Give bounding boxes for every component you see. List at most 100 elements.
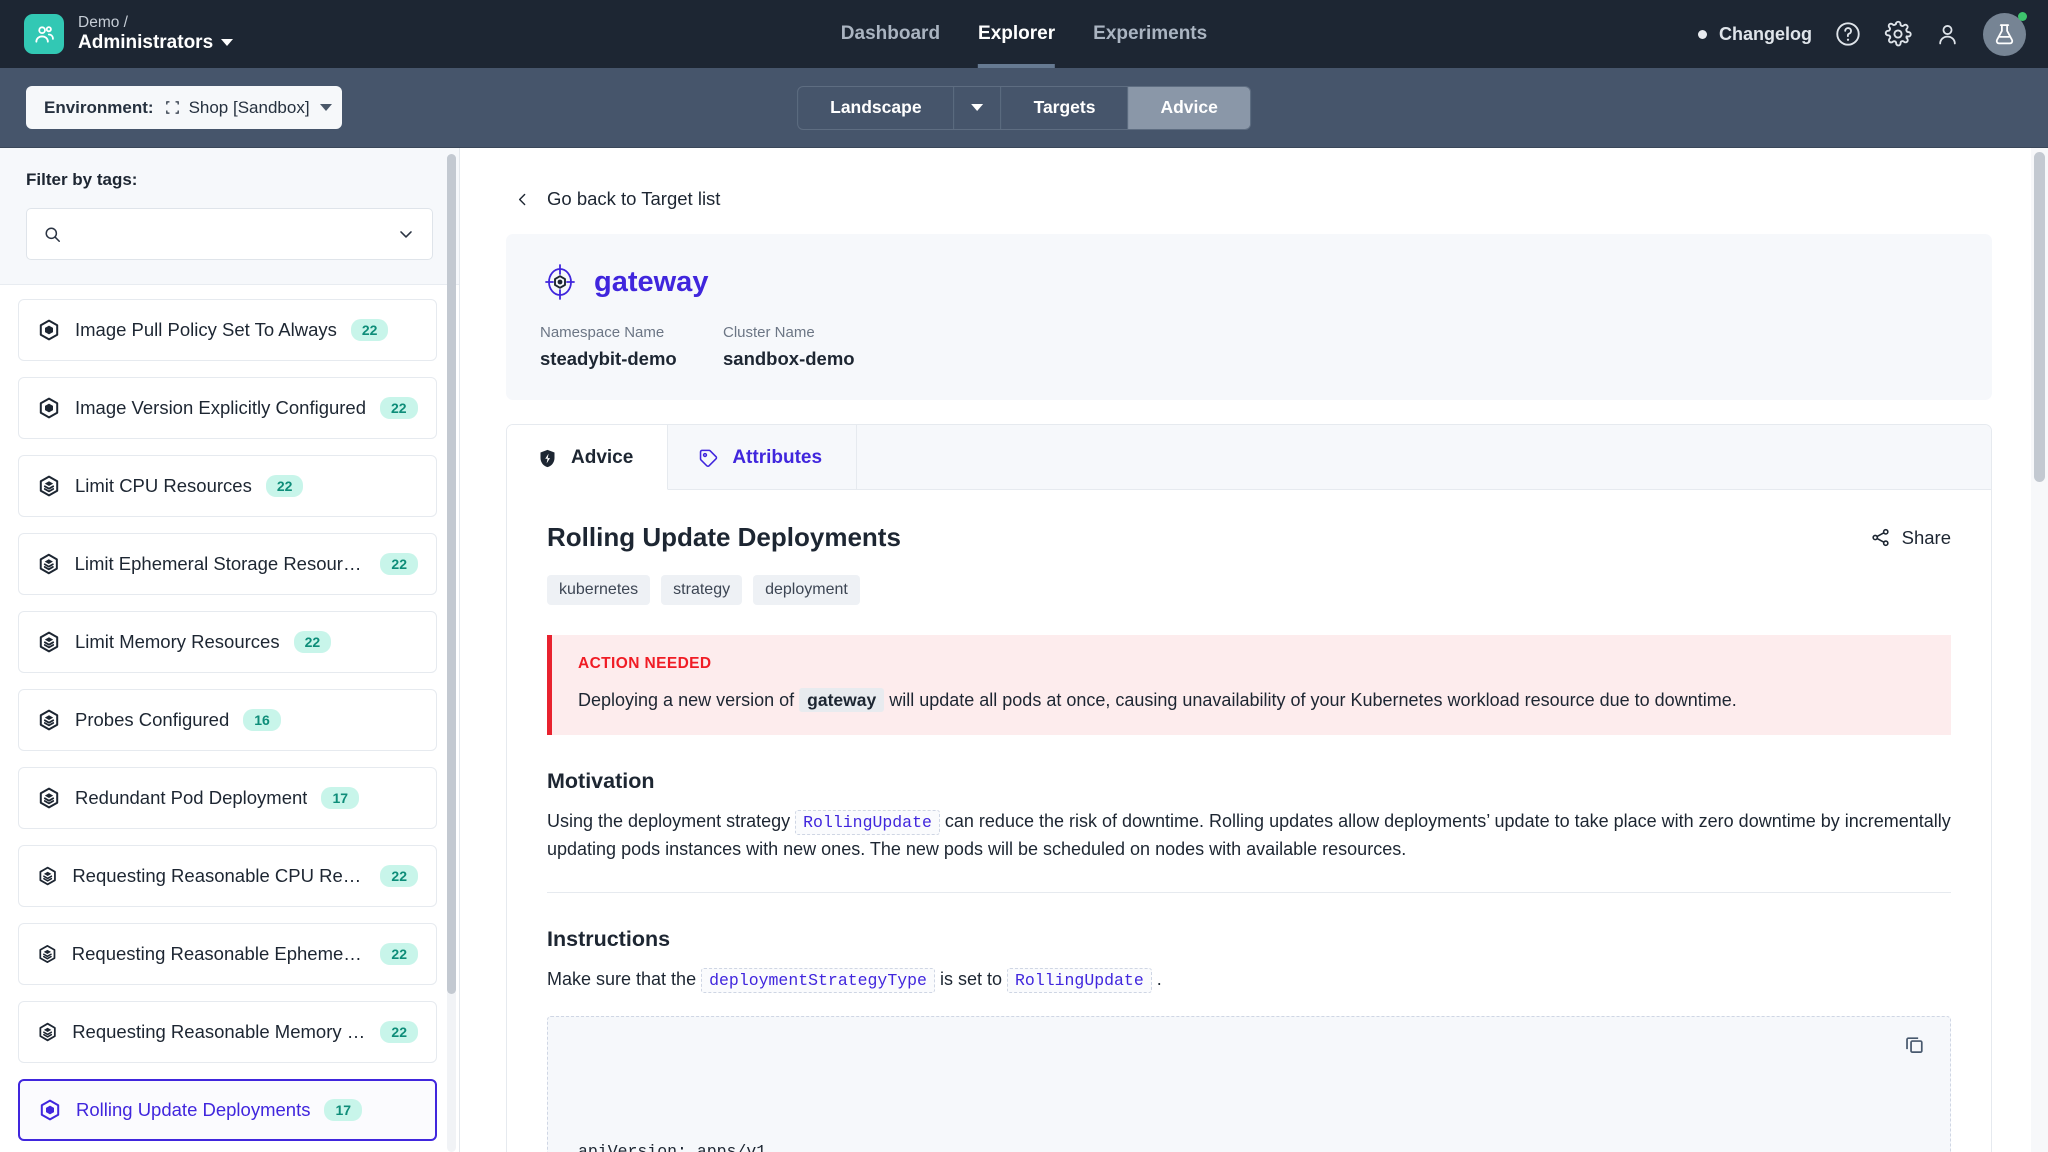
- team-switcher[interactable]: Administrators: [78, 32, 233, 54]
- advice-detail-panel: Go back to Target list gateway: [460, 148, 2048, 1152]
- top-right-actions: Changelog: [1698, 13, 2026, 56]
- sidebar-scrollbar[interactable]: [447, 154, 456, 1152]
- hexagon-layers-icon: [37, 708, 61, 732]
- help-button[interactable]: [1834, 20, 1862, 48]
- advice-list-item[interactable]: Limit Ephemeral Storage Resources22: [18, 533, 437, 595]
- hexagon-layers-icon: [37, 552, 61, 576]
- nav-experiments[interactable]: Experiments: [1093, 0, 1207, 68]
- advice-tag: kubernetes: [547, 575, 650, 605]
- advice-list-item[interactable]: Rolling Update Deployments17: [18, 1079, 437, 1141]
- alert-text-before: Deploying a new version of: [578, 690, 794, 710]
- go-back-link[interactable]: Go back to Target list: [506, 188, 1992, 210]
- advice-list-item[interactable]: Probes Configured16: [18, 689, 437, 751]
- chevron-down-icon: [396, 224, 416, 244]
- hexagon-layers-icon: [37, 786, 61, 810]
- advice-list-item[interactable]: Image Pull Policy Set To Always22: [18, 299, 437, 361]
- brand-area[interactable]: Demo / Administrators: [0, 14, 233, 54]
- settings-button[interactable]: [1884, 20, 1912, 48]
- environment-selector[interactable]: Environment: Shop [Sandbox]: [26, 86, 342, 129]
- main-nav: Dashboard Explorer Experiments: [841, 0, 1207, 68]
- advice-list: Image Pull Policy Set To Always22 Image …: [0, 285, 459, 1152]
- caret-down-icon: [221, 39, 233, 46]
- alert-text-after: will update all pods at once, causing un…: [889, 690, 1737, 710]
- advice-list-item-count: 17: [324, 1099, 362, 1121]
- motivation-code: RollingUpdate: [795, 810, 940, 835]
- advice-sidebar: Filter by tags: Image Pull Policy Set To…: [0, 148, 460, 1152]
- chevron-left-icon: [514, 191, 531, 208]
- search-icon: [43, 225, 62, 244]
- tag-filter-box[interactable]: [26, 208, 433, 260]
- users-icon: [33, 23, 56, 46]
- person-icon: [1934, 21, 1961, 48]
- action-needed-alert: ACTION NEEDED Deploying a new version of…: [547, 635, 1951, 735]
- nav-explorer[interactable]: Explorer: [978, 0, 1055, 68]
- segment-landscape-dropdown[interactable]: [955, 87, 1002, 129]
- user-account-button[interactable]: [1934, 21, 1961, 48]
- advice-list-item[interactable]: Requesting Reasonable Memory Reso...22: [18, 1001, 437, 1063]
- panel-body: Rolling Update Deployments Share: [507, 490, 1991, 1152]
- advice-list-item[interactable]: Limit CPU Resources22: [18, 455, 437, 517]
- hexagon-layers-icon: [37, 942, 58, 966]
- hexagon-layers-icon: [37, 864, 58, 888]
- environment-label: Environment:: [44, 98, 154, 118]
- segment-landscape[interactable]: Landscape: [798, 87, 954, 129]
- crosshair-target-icon: [540, 262, 580, 302]
- advice-list-item[interactable]: Requesting Reasonable Ephemeral Sto...22: [18, 923, 437, 985]
- filter-by-tags-label: Filter by tags:: [26, 170, 433, 190]
- app-root: Demo / Administrators Dashboard Explorer…: [0, 0, 2048, 1152]
- advice-list-item[interactable]: Limit Memory Resources22: [18, 611, 437, 673]
- motivation-section: Motivation Using the deployment strategy…: [547, 769, 1951, 893]
- instructions-section: Instructions Make sure that the deployme…: [547, 927, 1951, 1152]
- meta-cluster-value: sandbox-demo: [723, 348, 906, 370]
- instructions-text-before: Make sure that the: [547, 969, 696, 989]
- tab-advice[interactable]: Advice: [507, 425, 668, 490]
- meta-cluster-label: Cluster Name: [723, 324, 906, 341]
- environment-value-text: Shop [Sandbox]: [189, 98, 310, 118]
- team-name: Administrators: [78, 32, 213, 54]
- go-back-label: Go back to Target list: [547, 188, 720, 210]
- page-scrollbar[interactable]: [2031, 148, 2048, 1152]
- copy-code-button[interactable]: [1903, 1033, 1926, 1056]
- advice-list-item-count: 17: [321, 787, 359, 809]
- lab-mode-button[interactable]: [1983, 13, 2026, 56]
- advice-list-item-count: 22: [380, 865, 418, 887]
- status-dot-icon: [1698, 30, 1707, 39]
- tag-icon: [698, 448, 719, 469]
- nav-dashboard[interactable]: Dashboard: [841, 0, 940, 68]
- segment-targets[interactable]: Targets: [1002, 87, 1129, 129]
- caret-down-icon: [972, 104, 984, 111]
- advice-tags: kubernetesstrategydeployment: [547, 575, 1951, 605]
- hexagon-filled-icon: [37, 396, 61, 420]
- detail-tabs: Advice Attributes: [507, 425, 1991, 490]
- advice-list-item[interactable]: Image Version Explicitly Configured22: [18, 377, 437, 439]
- hexagon-filled-icon: [37, 318, 61, 342]
- hexagon-filled-icon: [38, 1098, 62, 1122]
- top-navigation-bar: Demo / Administrators Dashboard Explorer…: [0, 0, 2048, 68]
- tag-filter-input[interactable]: [72, 224, 386, 244]
- hexagon-layers-icon: [37, 630, 61, 654]
- tab-attributes[interactable]: Attributes: [668, 425, 857, 489]
- changelog-button[interactable]: Changelog: [1698, 24, 1812, 45]
- advice-list-item-label: Image Version Explicitly Configured: [75, 397, 366, 419]
- motivation-text-before: Using the deployment strategy: [547, 811, 790, 831]
- meta-namespace-label: Namespace Name: [540, 324, 723, 341]
- target-head: gateway: [540, 262, 1958, 302]
- sidebar-scrollbar-thumb[interactable]: [447, 154, 456, 994]
- advice-list-item-label: Requesting Reasonable CPU Resourc...: [72, 865, 366, 887]
- question-circle-icon: [1834, 20, 1862, 48]
- advice-list-item[interactable]: Redundant Pod Deployment17: [18, 767, 437, 829]
- advice-list-item[interactable]: Requesting Reasonable CPU Resourc... 22: [18, 845, 437, 907]
- instructions-text: Make sure that the deploymentStrategyTyp…: [547, 966, 1951, 993]
- segment-advice[interactable]: Advice: [1128, 87, 1249, 129]
- tab-attributes-label: Attributes: [732, 447, 822, 469]
- advice-list-item-label: Limit CPU Resources: [75, 475, 252, 497]
- advice-list-item-label: Image Pull Policy Set To Always: [75, 319, 337, 341]
- advice-list-item-count: 22: [380, 943, 418, 965]
- page-scrollbar-thumb[interactable]: [2034, 152, 2045, 482]
- sub-navigation-bar: Environment: Shop [Sandbox] Landscape Ta…: [0, 68, 2048, 148]
- share-label: Share: [1902, 527, 1951, 549]
- meta-namespace-value: steadybit-demo: [540, 348, 723, 370]
- copy-icon: [1903, 1033, 1926, 1056]
- share-button[interactable]: Share: [1870, 527, 1951, 549]
- gear-icon: [1884, 20, 1912, 48]
